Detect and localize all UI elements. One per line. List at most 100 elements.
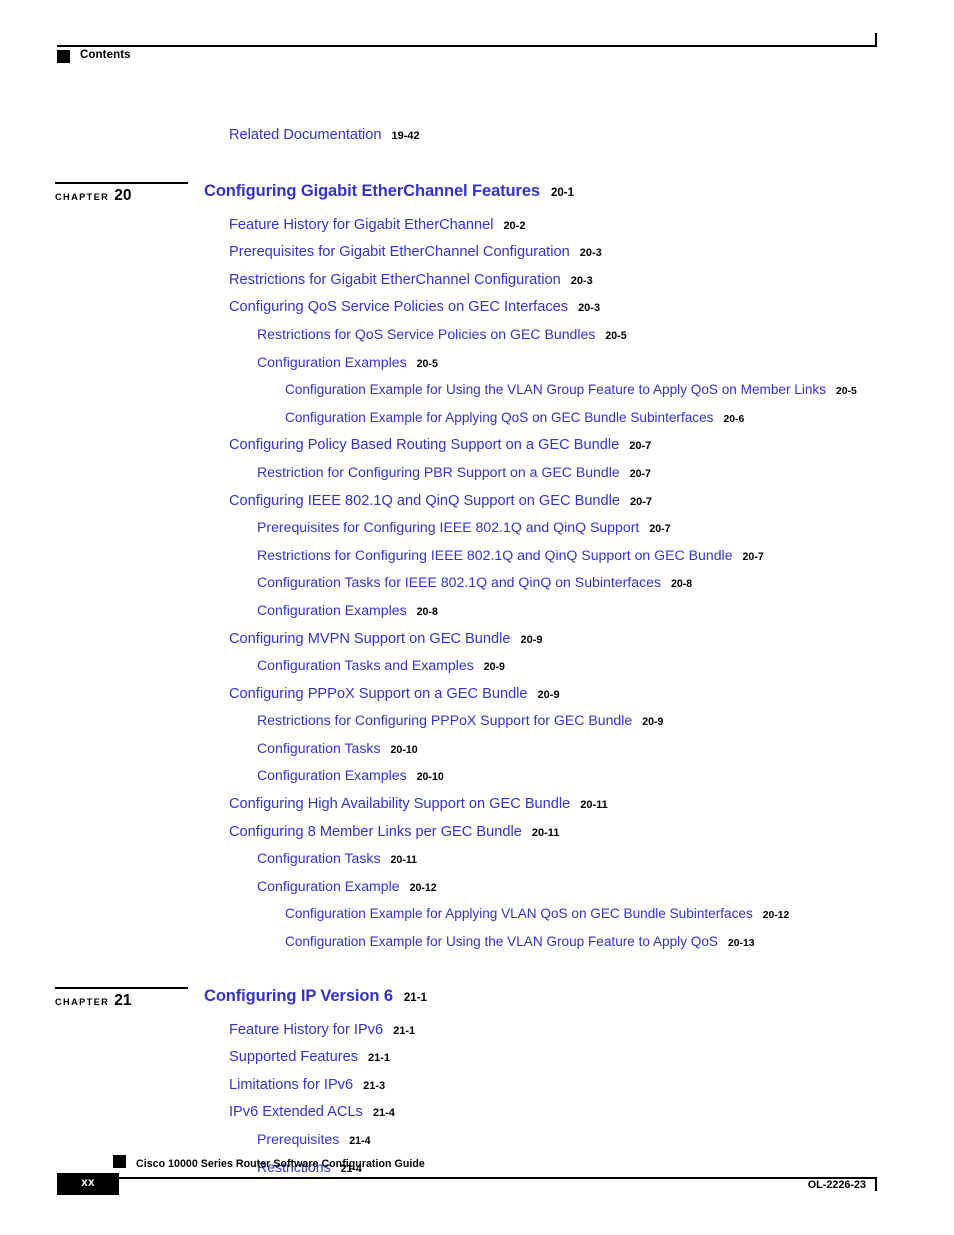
toc-entry-row: Configuration Example for Applying VLAN …: [0, 903, 954, 931]
toc-entry-link-level-1[interactable]: Feature History for Gigabit EtherChannel…: [229, 217, 525, 233]
toc-entry-page: 20-12: [409, 881, 437, 894]
toc-entry-link-level-2[interactable]: Configuration Example 20-12: [257, 879, 437, 895]
toc-entry-link-level-2[interactable]: Prerequisites for Configuring IEEE 802.1…: [257, 520, 671, 536]
toc-entry-link-level-3[interactable]: Configuration Example for Using the VLAN…: [285, 382, 857, 398]
toc-entry-label: Configuration Tasks: [257, 850, 381, 867]
toc-entry-label: Restrictions for Gigabit EtherChannel Co…: [229, 271, 561, 288]
toc-chapter-link[interactable]: Configuring Gigabit EtherChannel Feature…: [204, 181, 574, 200]
toc-entry-link-level-1[interactable]: Configuring Policy Based Routing Support…: [229, 437, 651, 453]
toc-entry-link-level-2[interactable]: Configuration Tasks and Examples 20-9: [257, 658, 505, 674]
toc-entry-row: Supported Features 21-1: [0, 1046, 954, 1074]
toc-entry-label: Configuration Example for Using the VLAN…: [285, 382, 827, 398]
toc-entry-link-level-1[interactable]: Configuring High Availability Support on…: [229, 796, 608, 812]
toc-entry-row: Feature History for Gigabit EtherChannel…: [0, 214, 954, 242]
toc-entry-label: Configuration Example for Using the VLAN…: [285, 934, 718, 950]
toc-entry-page: 20-2: [503, 219, 526, 232]
toc-entry-row: Configuration Tasks 20-11: [0, 848, 954, 876]
toc-entry-row: Configuring IEEE 802.1Q and QinQ Support…: [0, 490, 954, 518]
toc-entry-page: 20-9: [537, 688, 560, 701]
toc-entry-link-level-2[interactable]: Configuration Examples 20-8: [257, 603, 438, 619]
toc-entry-link-level-1[interactable]: IPv6 Extended ACLs 21-4: [229, 1104, 395, 1120]
toc-entry-page: 21-4: [349, 1135, 371, 1147]
toc-entry-label: Configuration Tasks and Examples: [257, 657, 474, 674]
toc-entry-label: Configuring PPPoX Support on a GEC Bundl…: [229, 685, 528, 702]
toc-entry-page: 20-12: [762, 910, 790, 922]
toc-entry-label: Configuring QoS Service Policies on GEC …: [229, 299, 569, 316]
toc-entry-link-level-1[interactable]: Configuring 8 Member Links per GEC Bundl…: [229, 824, 559, 840]
toc-entry-link-level-2[interactable]: Configuration Examples 20-10: [257, 768, 444, 784]
toc-entry-label: Feature History for Gigabit EtherChannel: [229, 216, 494, 233]
toc-entry-row: Configuration Example for Using the VLAN…: [0, 379, 954, 407]
toc-entry-link-level-1[interactable]: Prerequisites for Gigabit EtherChannel C…: [229, 244, 602, 260]
chapter-number: 21: [114, 991, 132, 1009]
toc-entry-page: 20-3: [578, 302, 601, 315]
toc-entry-row: Configuring MVPN Support on GEC Bundle 20…: [0, 628, 954, 656]
toc-entry-link-level-2[interactable]: Configuration Tasks for IEEE 802.1Q and …: [257, 575, 692, 591]
toc-entry-page: 20-7: [629, 467, 651, 480]
header-title: Contents: [80, 49, 131, 61]
toc-entry-link-level-1[interactable]: Feature History for IPv6 21-1: [229, 1022, 415, 1038]
toc-entry-row: Configuring High Availability Support on…: [0, 793, 954, 821]
chapter-word: CHAPTER: [55, 191, 110, 202]
toc-entry-label: Configuring Policy Based Routing Support…: [229, 437, 620, 454]
toc-entry-link-level-1[interactable]: Configuring PPPoX Support on a GEC Bundl…: [229, 686, 560, 702]
toc-entry-label: Configuring Gigabit EtherChannel Feature…: [204, 181, 541, 200]
toc-entry-row: Configuration Example 20-12: [0, 876, 954, 904]
toc-entry-page: 20-11: [390, 854, 418, 867]
toc-entry-label: Configuring High Availability Support on…: [229, 796, 571, 813]
toc-entry-page: 20-7: [630, 495, 653, 508]
toc-entry-link-level-1[interactable]: Related Documentation 19-42: [229, 127, 420, 143]
toc-entry-link-level-1[interactable]: Configuring QoS Service Policies on GEC …: [229, 299, 600, 315]
toc-chapter-link[interactable]: Configuring IP Version 6 21-1: [204, 986, 427, 1005]
toc-entry-page: 20-11: [531, 826, 560, 839]
toc-entry-page: 21-1: [393, 1024, 416, 1037]
toc-entry-row: Configuration Tasks 20-10: [0, 738, 954, 766]
toc-entry-row: Related Documentation 19-42: [0, 124, 954, 152]
toc-entry-link-level-2[interactable]: Restriction for Configuring PBR Support …: [257, 465, 651, 481]
toc-entry-page: 20-9: [483, 661, 505, 674]
toc-entry-row: Configuration Example for Applying QoS o…: [0, 407, 954, 435]
chapter-heading-row: CHAPTER 21 Configuring IP Version 6 21-1: [0, 981, 954, 1019]
toc-entry-link-level-2[interactable]: Configuration Tasks 20-11: [257, 851, 417, 867]
toc-entry-link-level-2[interactable]: Restrictions for Configuring IEEE 802.1Q…: [257, 548, 764, 564]
toc-entry-link-level-3[interactable]: Configuration Example for Applying QoS o…: [285, 410, 744, 426]
toc-entry-page: 20-5: [836, 386, 857, 398]
toc-entry-label: Configuring 8 Member Links per GEC Bundl…: [229, 823, 522, 840]
document-id: OL-2226-23: [807, 1179, 866, 1191]
toc-entry-row: Prerequisites for Configuring IEEE 802.1…: [0, 517, 954, 545]
toc-entry-link-level-2[interactable]: Configuration Examples 20-5: [257, 355, 438, 371]
toc-entry-link-level-1[interactable]: Configuring IEEE 802.1Q and QinQ Support…: [229, 493, 652, 509]
toc-entry-link-level-3[interactable]: Configuration Example for Applying VLAN …: [285, 906, 789, 922]
toc-entry-label: Configuration Example: [257, 877, 400, 894]
toc-entry-page: 20-8: [671, 578, 693, 591]
toc-entry-link-level-1[interactable]: Supported Features 21-1: [229, 1049, 390, 1065]
toc-entry-row: Prerequisites for Gigabit EtherChannel C…: [0, 241, 954, 269]
toc-entry-link-level-1[interactable]: Limitations for IPv6 21-3: [229, 1077, 385, 1093]
toc-entry-link-level-2[interactable]: Restrictions for Configuring PPPoX Suppo…: [257, 713, 663, 729]
toc-entry-link-level-1[interactable]: Configuring MVPN Support on GEC Bundle 20…: [229, 631, 543, 647]
toc-entry-label: Configuration Example for Applying QoS o…: [285, 409, 714, 425]
toc-entry-link-level-2[interactable]: Configuration Tasks 20-10: [257, 741, 418, 757]
toc-entry-page: 20-7: [649, 523, 671, 536]
toc-entry-page: 20-9: [520, 633, 543, 646]
toc-entry-link-level-3[interactable]: Configuration Example for Using the VLAN…: [285, 934, 755, 950]
toc-entry-label: Configuration Tasks: [257, 739, 381, 756]
toc-entry-row: Feature History for IPv6 21-1: [0, 1019, 954, 1047]
header-rule-end-tick: [875, 33, 877, 47]
chapter-word: CHAPTER: [55, 996, 110, 1007]
footer-guide-title: Cisco 10000 Series Router Software Confi…: [136, 1158, 425, 1170]
toc-entry-label: Limitations for IPv6: [229, 1076, 354, 1093]
toc-entry-page: 21-3: [363, 1079, 386, 1092]
toc-entry-row: Configuration Tasks for IEEE 802.1Q and …: [0, 572, 954, 600]
toc-entry-link-level-2[interactable]: Restrictions for QoS Service Policies on…: [257, 327, 627, 343]
chapter-tag: CHAPTER 20: [55, 181, 188, 205]
toc-entry-label: Prerequisites: [257, 1131, 340, 1147]
toc-entry-row: Configuration Tasks and Examples 20-9: [0, 655, 954, 683]
toc-entry-page: 20-13: [727, 938, 755, 950]
toc-entry-label: Supported Features: [229, 1049, 358, 1066]
toc-entry-link-level-2[interactable]: Prerequisites 21-4: [257, 1132, 370, 1148]
toc-entry-label: Related Documentation: [229, 127, 382, 143]
toc-entry-link-level-1[interactable]: Restrictions for Gigabit EtherChannel Co…: [229, 272, 593, 288]
toc-entry-label: Configuring IP Version 6: [204, 986, 393, 1005]
toc-entry-row: Configuring 8 Member Links per GEC Bundl…: [0, 821, 954, 849]
